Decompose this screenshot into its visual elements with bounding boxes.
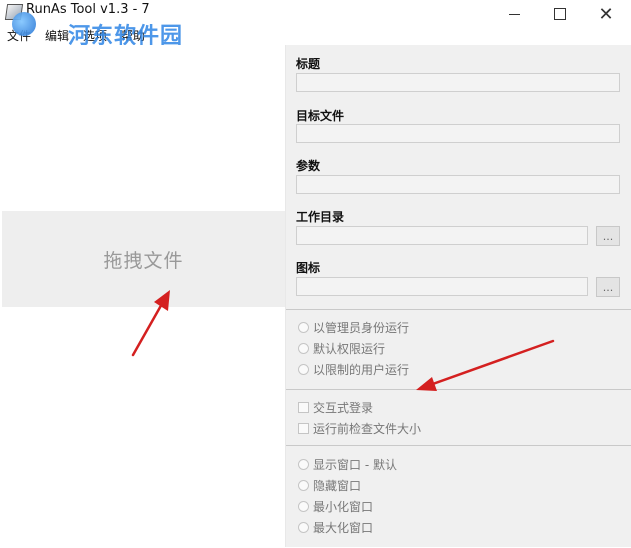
radio-icon bbox=[298, 500, 309, 512]
minimize-button[interactable] bbox=[491, 0, 537, 28]
hide-window-label: 隐藏窗口 bbox=[313, 478, 362, 493]
menu-help[interactable]: 帮助 bbox=[114, 26, 152, 46]
close-icon: ✕ bbox=[598, 3, 614, 25]
checkbox-icon bbox=[298, 422, 309, 434]
icon-path-input[interactable] bbox=[296, 277, 588, 296]
left-pane: 拖拽文件 bbox=[2, 45, 286, 547]
arguments-label: 参数 bbox=[296, 159, 321, 173]
minimize-icon bbox=[508, 13, 520, 15]
menu-bar: 文件 编辑 选项 帮助 bbox=[0, 26, 290, 46]
run-mode-group: 以管理员身份运行 默认权限运行 以限制的用户运行 bbox=[286, 309, 631, 390]
radio-icon bbox=[298, 479, 309, 491]
check-file-size-checkbox[interactable]: 运行前检查文件大小 bbox=[298, 420, 421, 436]
window-title: RunAs Tool v1.3 - 7 bbox=[26, 2, 150, 17]
radio-icon bbox=[298, 458, 309, 470]
icon-label: 图标 bbox=[296, 261, 321, 275]
options-check-group: 交互式登录 运行前检查文件大小 bbox=[286, 389, 631, 446]
run-restricted-label: 以限制的用户运行 bbox=[313, 362, 410, 377]
radio-icon bbox=[298, 342, 309, 354]
radio-icon bbox=[298, 363, 309, 375]
run-default-radio[interactable]: 默认权限运行 bbox=[298, 340, 385, 356]
target-file-label: 目标文件 bbox=[296, 109, 345, 123]
arguments-input[interactable] bbox=[296, 175, 620, 194]
app-icon bbox=[4, 4, 24, 20]
run-default-label: 默认权限运行 bbox=[313, 341, 386, 356]
checkbox-icon bbox=[298, 401, 309, 413]
show-window-radio[interactable]: 显示窗口 - 默认 bbox=[298, 456, 397, 472]
radio-icon bbox=[298, 521, 309, 533]
menu-edit[interactable]: 编辑 bbox=[38, 26, 76, 46]
show-window-label: 显示窗口 - 默认 bbox=[313, 457, 397, 472]
maximize-icon bbox=[554, 8, 566, 20]
radio-icon bbox=[298, 321, 309, 333]
working-dir-input[interactable] bbox=[296, 226, 588, 245]
title-label: 标题 bbox=[296, 57, 321, 71]
maximize-button[interactable] bbox=[537, 0, 583, 28]
target-file-input[interactable] bbox=[296, 124, 620, 143]
ellipsis-icon: ... bbox=[602, 280, 614, 294]
close-button[interactable]: ✕ bbox=[583, 0, 629, 28]
hide-window-radio[interactable]: 隐藏窗口 bbox=[298, 477, 361, 493]
ellipsis-icon: ... bbox=[602, 229, 614, 243]
drop-zone-label: 拖拽文件 bbox=[103, 249, 184, 272]
file-drop-zone[interactable]: 拖拽文件 bbox=[2, 211, 285, 307]
run-restricted-radio[interactable]: 以限制的用户运行 bbox=[298, 361, 409, 377]
interactive-login-label: 交互式登录 bbox=[313, 400, 374, 415]
icon-browse-button[interactable]: ... bbox=[596, 277, 620, 297]
menu-file[interactable]: 文件 bbox=[0, 26, 38, 46]
check-file-size-label: 运行前检查文件大小 bbox=[313, 421, 422, 436]
maximize-window-radio[interactable]: 最大化窗口 bbox=[298, 519, 373, 535]
menu-options[interactable]: 选项 bbox=[76, 26, 114, 46]
run-as-admin-radio[interactable]: 以管理员身份运行 bbox=[298, 319, 409, 335]
settings-pane: 标题 目标文件 参数 工作目录 ... 图标 ... 以管理员身份运行 默认权限… bbox=[286, 45, 631, 547]
run-as-admin-label: 以管理员身份运行 bbox=[313, 320, 410, 335]
window-mode-group: 显示窗口 - 默认 隐藏窗口 最小化窗口 最大化窗口 bbox=[286, 445, 631, 548]
minimize-window-radio[interactable]: 最小化窗口 bbox=[298, 498, 373, 514]
working-dir-label: 工作目录 bbox=[296, 210, 345, 224]
working-dir-browse-button[interactable]: ... bbox=[596, 226, 620, 246]
title-input[interactable] bbox=[296, 73, 620, 92]
minimize-window-label: 最小化窗口 bbox=[313, 499, 374, 514]
title-bar: RunAs Tool v1.3 - 7 ✕ bbox=[0, 0, 631, 28]
maximize-window-label: 最大化窗口 bbox=[313, 520, 374, 535]
interactive-login-checkbox[interactable]: 交互式登录 bbox=[298, 399, 373, 415]
